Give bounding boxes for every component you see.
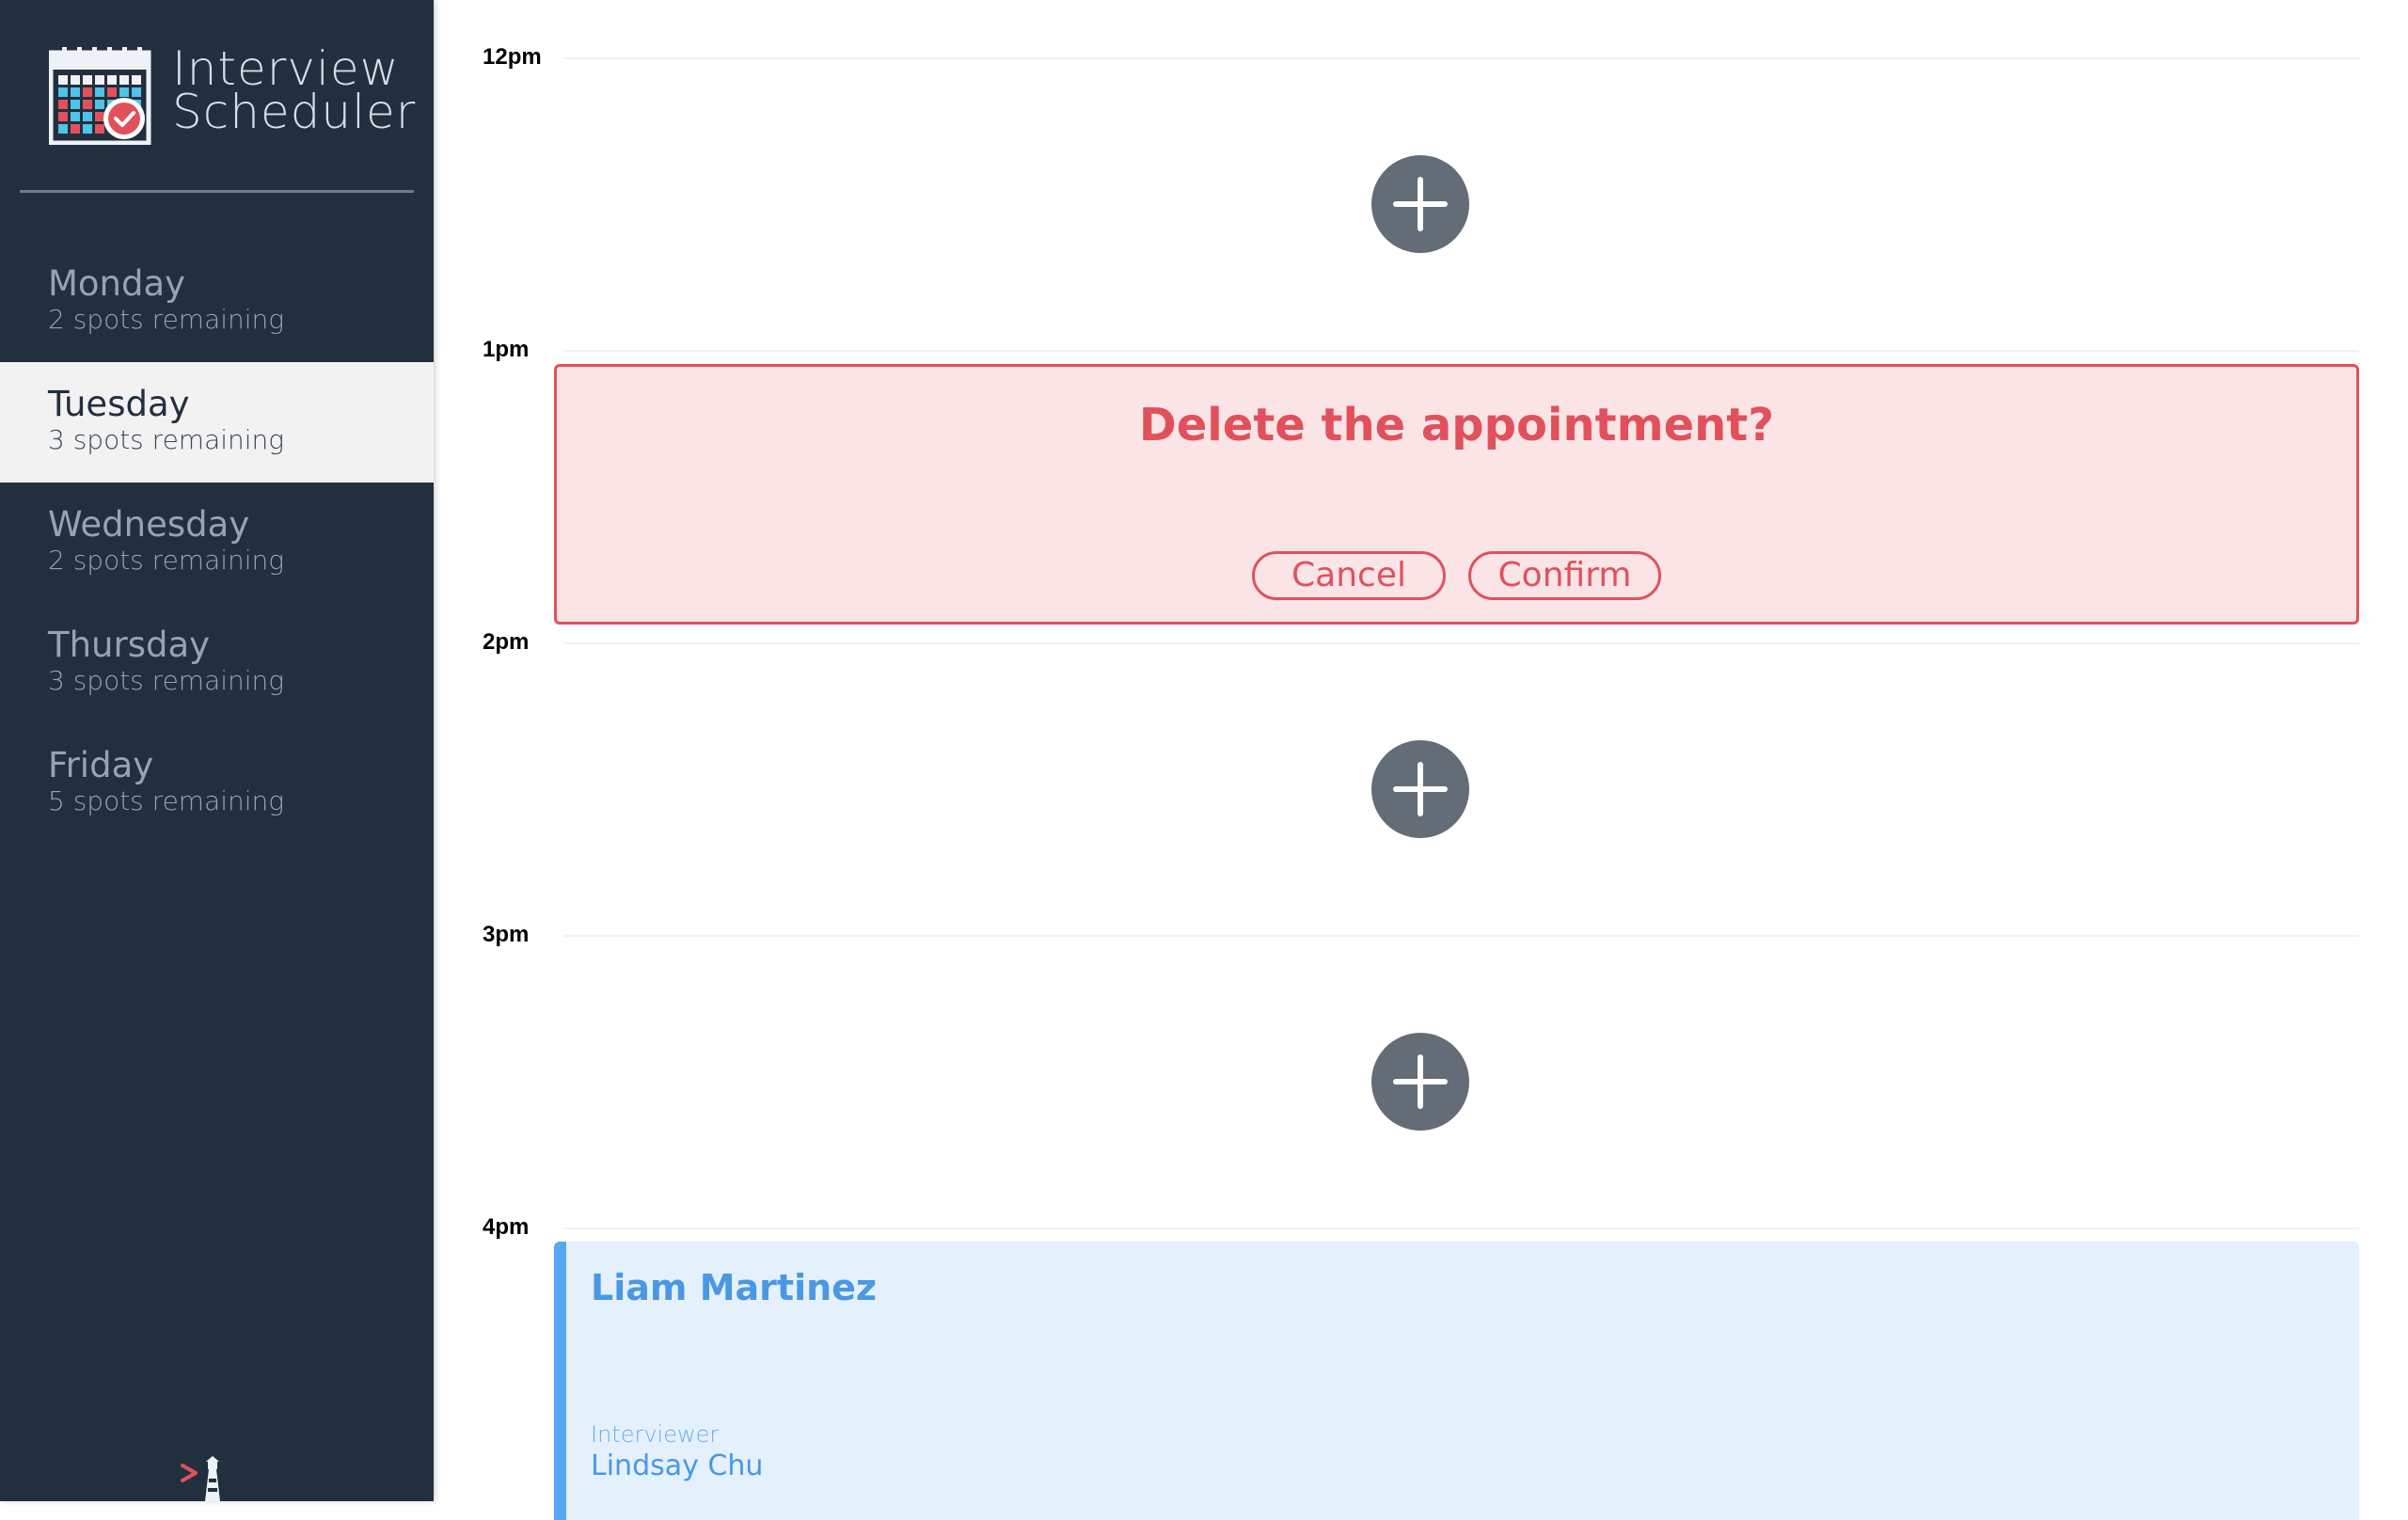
plus-icon [1393,762,1448,816]
time-label: 3pm [483,922,530,947]
slot-12pm: 12pm [434,44,2408,350]
day-name: Friday [48,745,154,785]
spots-remaining: 3 spots remaining [48,665,285,696]
day-item-thursday[interactable]: Thursday 3 spots remaining [0,603,434,723]
time-label: 2pm [483,629,530,655]
app-title: Interview Scheduler [172,45,417,139]
sidebar: Interview Scheduler Monday 2 spots remain… [0,0,434,1501]
booked-appointment[interactable]: Liam Martinez Interviewer Lindsay Chu [554,1242,2359,1520]
day-item-tuesday[interactable]: Tuesday 3 spots remaining [0,362,434,483]
time-divider [563,1227,2359,1229]
cancel-button[interactable]: Cancel [1252,551,1446,600]
time-label: 1pm [483,337,530,362]
spots-remaining: 2 spots remaining [48,304,285,335]
schedule: 12pm 1pm Delete the appointment? Cancel … [434,0,2408,1520]
day-name: Monday [48,263,186,304]
add-appointment-button[interactable] [1371,740,1469,838]
day-item-monday[interactable]: Monday 2 spots remaining [0,242,434,362]
slot-2pm: 2pm [434,629,2408,935]
day-list: Monday 2 spots remaining Tuesday 3 spots re… [0,242,434,844]
slot-3pm: 3pm [434,922,2408,1227]
lighthouse-labs-logo-icon [181,1456,220,1501]
time-label: 12pm [483,44,542,70]
interviewer-name: Lindsay Chu [591,1449,764,1482]
add-appointment-button[interactable] [1371,1033,1469,1131]
interviewer-caption: Interviewer [591,1421,720,1448]
day-name: Tuesday [48,384,190,424]
day-name: Thursday [48,625,211,665]
spots-remaining: 2 spots remaining [48,545,285,576]
time-divider [563,350,2359,352]
spots-remaining: 3 spots remaining [48,424,285,455]
day-name: Wednesday [48,504,250,545]
time-divider [563,57,2359,59]
add-appointment-button[interactable] [1371,155,1469,253]
day-item-friday[interactable]: Friday 5 spots remaining [0,723,434,844]
slot-1pm: 1pm Delete the appointment? Cancel Confi… [434,337,2408,642]
plus-icon [1393,1054,1448,1109]
sidebar-divider [20,190,414,193]
app-title-line-2: Scheduler [172,85,417,139]
spots-remaining: 5 spots remaining [48,785,285,816]
confirm-button[interactable]: Confirm [1468,551,1661,600]
student-name: Liam Martinez [591,1267,878,1308]
confirm-message: Delete the appointment? [1138,399,1775,451]
time-divider [563,935,2359,937]
time-label: 4pm [483,1214,530,1240]
day-item-wednesday[interactable]: Wednesday 2 spots remaining [0,483,434,603]
plus-icon [1393,177,1448,231]
delete-confirmation: Delete the appointment? Cancel Confirm [554,364,2359,625]
time-divider [563,642,2359,644]
slot-4pm: 4pm Liam Martinez Interviewer Lindsay Ch… [434,1214,2408,1520]
